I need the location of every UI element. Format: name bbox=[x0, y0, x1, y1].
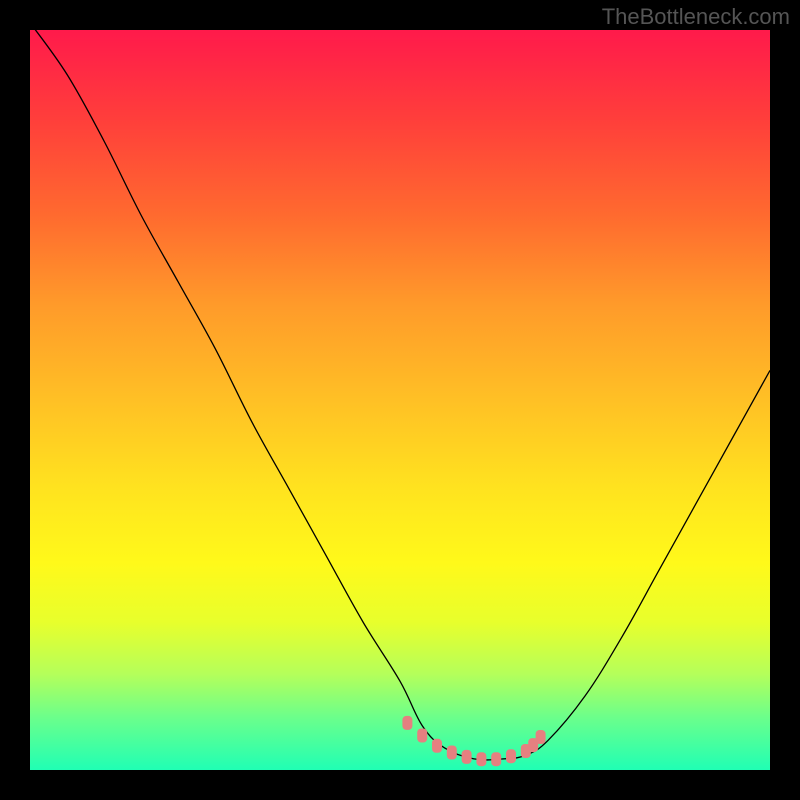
marker-dot bbox=[476, 752, 486, 766]
marker-dot bbox=[432, 739, 442, 753]
marker-dot bbox=[402, 716, 412, 730]
marker-dot bbox=[462, 750, 472, 764]
marker-dot bbox=[417, 729, 427, 743]
marker-dot bbox=[506, 749, 516, 763]
marker-dot bbox=[491, 752, 501, 766]
marker-dot bbox=[447, 746, 457, 760]
chart-svg bbox=[30, 30, 770, 770]
marker-dot bbox=[536, 730, 546, 744]
chart-plot-area bbox=[30, 30, 770, 770]
watermark-label: TheBottleneck.com bbox=[602, 4, 790, 30]
bottleneck-curve-path bbox=[30, 30, 770, 760]
